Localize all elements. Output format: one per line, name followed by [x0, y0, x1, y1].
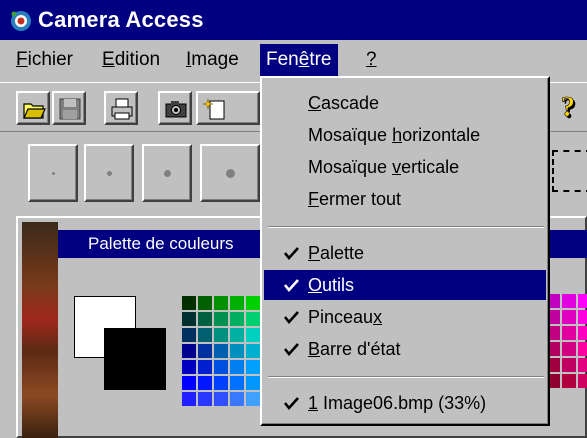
window-title: Camera Access [38, 7, 204, 32]
fenetre-dropdown-menu: Cascade Mosaïque horizontale Mosaïque ve… [260, 76, 550, 426]
color-cell[interactable] [246, 296, 260, 310]
color-cell[interactable] [214, 360, 228, 374]
title-bar[interactable]: Camera Access [0, 0, 587, 40]
color-cell[interactable] [562, 326, 576, 340]
brush-size-3-button[interactable] [142, 144, 192, 202]
color-cell[interactable] [230, 296, 244, 310]
color-cell[interactable] [214, 344, 228, 358]
menu-image[interactable]: Image [180, 44, 245, 76]
help-question-icon[interactable]: ? ? [560, 92, 584, 126]
checkmark-icon [283, 397, 299, 411]
color-cell[interactable] [182, 328, 196, 342]
color-cell[interactable] [182, 344, 196, 358]
svg-text:?: ? [561, 92, 575, 123]
menu-item-image06[interactable]: 1 Image06.bmp (33%) [264, 388, 546, 418]
menu-item-pinceaux[interactable]: Pinceaux [264, 302, 546, 332]
color-cell[interactable] [198, 328, 212, 342]
color-cell[interactable] [182, 376, 196, 390]
checkmark-icon [283, 311, 299, 325]
color-cell[interactable] [562, 358, 576, 372]
menu-edition[interactable]: Edition [96, 44, 166, 76]
color-cell[interactable] [230, 392, 244, 406]
floppy-disk-icon [59, 98, 81, 120]
color-cell[interactable] [230, 312, 244, 326]
menu-separator [268, 226, 544, 228]
color-cell[interactable] [198, 360, 212, 374]
color-cell[interactable] [198, 344, 212, 358]
color-cell[interactable] [182, 360, 196, 374]
checkmark-icon [283, 279, 299, 293]
brush-dot-icon [107, 171, 112, 176]
color-cell[interactable] [246, 312, 260, 326]
new-image-button[interactable] [196, 91, 260, 125]
color-cell[interactable] [578, 358, 587, 372]
color-cell[interactable] [578, 374, 587, 388]
menu-item-mosaique-verticale[interactable]: Mosaïque verticale [264, 152, 546, 182]
color-cell[interactable] [230, 344, 244, 358]
color-cell[interactable] [246, 376, 260, 390]
color-cell[interactable] [562, 310, 576, 324]
menu-bar: Fichier Edition Image Fenêtre ? [0, 44, 587, 76]
color-cell[interactable] [562, 294, 576, 308]
color-cell[interactable] [230, 376, 244, 390]
brush-size-1-button[interactable] [28, 144, 78, 202]
selection-tool-button[interactable] [552, 150, 587, 192]
color-cell[interactable] [246, 360, 260, 374]
menu-fichier[interactable]: Fichier [10, 44, 79, 76]
color-cell[interactable] [182, 296, 196, 310]
menu-item-cascade[interactable]: Cascade [264, 88, 546, 118]
color-cell[interactable] [246, 344, 260, 358]
color-cell[interactable] [578, 326, 587, 340]
color-cell[interactable] [578, 310, 587, 324]
menu-separator [268, 376, 544, 378]
camera-button[interactable] [158, 91, 192, 125]
color-cell[interactable] [214, 312, 228, 326]
color-cell[interactable] [198, 376, 212, 390]
open-button[interactable] [16, 91, 50, 125]
color-cell[interactable] [578, 342, 587, 356]
menu-help[interactable]: ? [360, 44, 383, 76]
app-window: Camera Access Fichier Edition Image Fenê… [0, 0, 587, 438]
brush-size-2-button[interactable] [84, 144, 134, 202]
color-cell[interactable] [214, 328, 228, 342]
image-thumbnail-strip [22, 222, 58, 438]
color-cell[interactable] [214, 296, 228, 310]
brush-dot-icon [164, 170, 171, 177]
color-cell[interactable] [230, 360, 244, 374]
print-button[interactable] [104, 91, 138, 125]
checkmark-icon [283, 343, 299, 357]
background-color-swatch[interactable] [104, 328, 166, 390]
color-cell[interactable] [230, 328, 244, 342]
brush-dot-icon [52, 172, 55, 175]
menu-item-mosaique-horizontale[interactable]: Mosaïque horizontale [264, 120, 546, 150]
color-cell[interactable] [198, 312, 212, 326]
color-cell[interactable] [198, 392, 212, 406]
menu-item-fermer-tout[interactable]: Fermer tout [264, 184, 546, 214]
menu-item-palette[interactable]: Palette [264, 238, 546, 268]
save-button[interactable] [52, 91, 86, 125]
color-cell[interactable] [246, 328, 260, 342]
color-cell[interactable] [182, 312, 196, 326]
color-cell[interactable] [214, 376, 228, 390]
checkmark-icon [283, 247, 299, 261]
menu-fenetre[interactable]: Fenêtre [260, 44, 338, 76]
open-folder-icon [23, 103, 46, 119]
color-cell[interactable] [198, 296, 212, 310]
menu-item-barre-etat[interactable]: Barre d'état [264, 334, 546, 364]
brush-dot-icon [226, 169, 235, 178]
color-cell[interactable] [214, 392, 228, 406]
color-cell[interactable] [562, 342, 576, 356]
brush-size-4-button[interactable] [200, 144, 260, 202]
menu-item-outils[interactable]: Outils [264, 270, 546, 300]
color-cell[interactable] [182, 392, 196, 406]
color-cell[interactable] [578, 294, 587, 308]
sparkle-page-icon [202, 98, 225, 120]
color-grid-right [546, 294, 587, 388]
color-cell[interactable] [246, 392, 260, 406]
camera-app-icon [11, 11, 31, 31]
printer-icon [111, 98, 133, 120]
color-cell[interactable] [562, 374, 576, 388]
camera-icon [165, 101, 187, 118]
